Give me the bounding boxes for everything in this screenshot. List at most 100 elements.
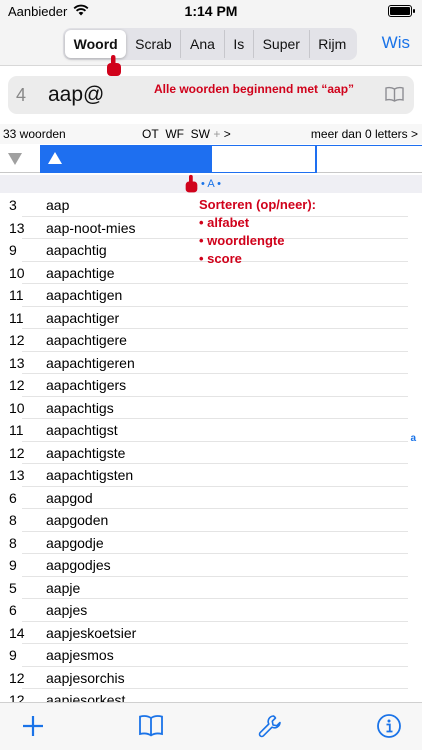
section-index-letter[interactable]: a xyxy=(410,433,416,444)
sort-annotation: Sorteren (op/neer): • alfabet • woordlen… xyxy=(199,196,316,268)
word-text: aapachtige xyxy=(46,264,115,281)
list-item[interactable]: 11 aapachtigst xyxy=(0,419,422,442)
list-item[interactable]: 6 aapjes xyxy=(0,599,422,622)
word-length: 3 xyxy=(9,197,17,213)
word-text: aap-noot-mies xyxy=(46,219,136,236)
word-length: 12 xyxy=(9,332,25,348)
word-text: aapachtigsten xyxy=(46,467,134,483)
list-item[interactable]: 9 aapgodjes xyxy=(0,554,422,577)
wis-button[interactable]: Wis xyxy=(382,33,410,53)
list-item[interactable]: 9 aapjesmos xyxy=(0,644,422,667)
word-length: 13 xyxy=(9,219,25,236)
chevron-right-icon[interactable]: > xyxy=(224,127,231,141)
list-item[interactable]: 13 aapachtigsten xyxy=(0,464,422,487)
list-item[interactable]: 10 aapachtigs xyxy=(0,397,422,420)
word-length: 8 xyxy=(9,512,17,528)
search-field[interactable]: 4 aap@ Alle woorden beginnend met “aap” xyxy=(8,76,414,114)
info-bar: 33 woorden OT WF SW + > meer dan 0 lette… xyxy=(0,124,422,144)
sort-alphabet-button[interactable] xyxy=(40,145,212,173)
word-length: 11 xyxy=(9,309,24,326)
word-length: 11 xyxy=(9,422,24,438)
sort-bar xyxy=(0,145,422,173)
sort-length-button[interactable] xyxy=(0,145,40,173)
list-item[interactable]: 12 aapachtigere xyxy=(0,329,422,352)
segment-rijm[interactable]: Rijm xyxy=(308,30,355,58)
word-text: aapachtigen xyxy=(46,287,123,303)
flag-sw[interactable]: SW xyxy=(191,127,210,141)
word-length: 9 xyxy=(9,242,17,258)
chevron-right-icon: > xyxy=(410,127,418,141)
dictionary-book-icon[interactable] xyxy=(385,86,404,102)
word-text: aapachtiger xyxy=(46,309,120,326)
word-length: 11 xyxy=(9,287,24,303)
info-icon[interactable] xyxy=(376,713,402,739)
pointing-finger-icon xyxy=(107,55,121,76)
word-text: aapachtigere xyxy=(46,332,127,348)
flag-wf[interactable]: WF xyxy=(165,127,184,141)
status-bar: Aanbieder 1:14 PM xyxy=(0,0,422,22)
wrench-icon[interactable] xyxy=(257,713,283,739)
list-item[interactable]: 8 aapgodje xyxy=(0,532,422,555)
section-header-a: • A • xyxy=(0,175,422,193)
list-item[interactable]: 5 aapje xyxy=(0,577,422,600)
word-length: 10 xyxy=(9,264,25,281)
word-text: aapjesorchis xyxy=(46,669,125,686)
word-length: 12 xyxy=(9,444,25,461)
word-text: aapachtigeren xyxy=(46,354,135,371)
flag-more[interactable]: + xyxy=(213,127,220,141)
result-length-hint: 4 xyxy=(16,85,27,105)
search-input[interactable]: aap@ xyxy=(48,83,104,107)
word-length: 8 xyxy=(9,534,17,551)
word-length: 10 xyxy=(9,399,25,416)
word-text: aapgodje xyxy=(46,534,104,551)
word-text: aapachtigste xyxy=(46,444,126,461)
list-item[interactable]: 12 aapjesorchis xyxy=(0,667,422,690)
word-length: 5 xyxy=(9,579,17,596)
plus-icon[interactable] xyxy=(20,713,46,739)
sort-score-button[interactable] xyxy=(212,145,316,173)
battery-icon xyxy=(388,5,415,17)
filter-flags[interactable]: OT WF SW + > xyxy=(142,127,231,141)
word-length: 13 xyxy=(9,354,25,371)
word-text: aapjes xyxy=(46,602,88,618)
list-item[interactable]: 13 aapachtigeren xyxy=(0,352,422,375)
word-length: 6 xyxy=(9,602,17,618)
segment-super[interactable]: Super xyxy=(252,30,309,58)
bottom-toolbar xyxy=(0,702,422,750)
search-hint-annotation: Alle woorden beginnend met “aap” xyxy=(154,82,355,96)
battery-level xyxy=(390,7,410,15)
word-length: 9 xyxy=(9,647,17,663)
word-text: aapachtig xyxy=(46,242,107,258)
word-length: 6 xyxy=(9,489,17,506)
triangle-up-icon xyxy=(48,152,62,164)
word-text: aapje xyxy=(46,579,81,596)
list-item[interactable]: 11 aapachtiger xyxy=(0,307,422,330)
sort-annotation-item: • score xyxy=(199,251,242,266)
sort-annotation-item: • woordlengte xyxy=(199,233,285,248)
word-text: aapjeskoetsier xyxy=(46,624,137,641)
list-item[interactable]: 8 aapgoden xyxy=(0,509,422,532)
word-list[interactable]: 3 aap 13 aap-noot-mies 9 aapachtig 10 aapachtig… xyxy=(0,194,422,712)
status-time: 1:14 PM xyxy=(184,3,238,19)
list-item[interactable]: 6 aapgod xyxy=(0,487,422,510)
word-text: aap xyxy=(46,197,70,213)
book-icon[interactable] xyxy=(138,713,164,739)
word-count: 33 woorden xyxy=(3,127,66,141)
segment-is[interactable]: Is xyxy=(223,30,253,58)
min-length-filter[interactable]: meer dan 0 letters > xyxy=(311,127,418,141)
segment-scrab[interactable]: Scrab xyxy=(126,30,180,58)
sort-extra-column[interactable] xyxy=(316,145,422,173)
list-item[interactable]: 14 aapjeskoetsier xyxy=(0,622,422,645)
word-length: 13 xyxy=(9,467,25,483)
list-item[interactable]: 12 aapachtigste xyxy=(0,442,422,465)
min-length-label: meer dan 0 letters xyxy=(310,127,408,141)
word-text: aapgoden xyxy=(46,512,109,528)
flag-ot[interactable]: OT xyxy=(142,127,159,141)
sort-annotation-item: • alfabet xyxy=(199,215,250,230)
segment-ana[interactable]: Ana xyxy=(180,30,223,58)
word-text: aapgodjes xyxy=(46,557,111,573)
pointing-finger-icon xyxy=(185,174,198,193)
list-item[interactable]: 11 aapachtigen xyxy=(0,284,422,307)
top-toolbar: Woord Scrab Ana Is Super Rijm Wis xyxy=(0,22,422,66)
list-item[interactable]: 12 aapachtigers xyxy=(0,374,422,397)
